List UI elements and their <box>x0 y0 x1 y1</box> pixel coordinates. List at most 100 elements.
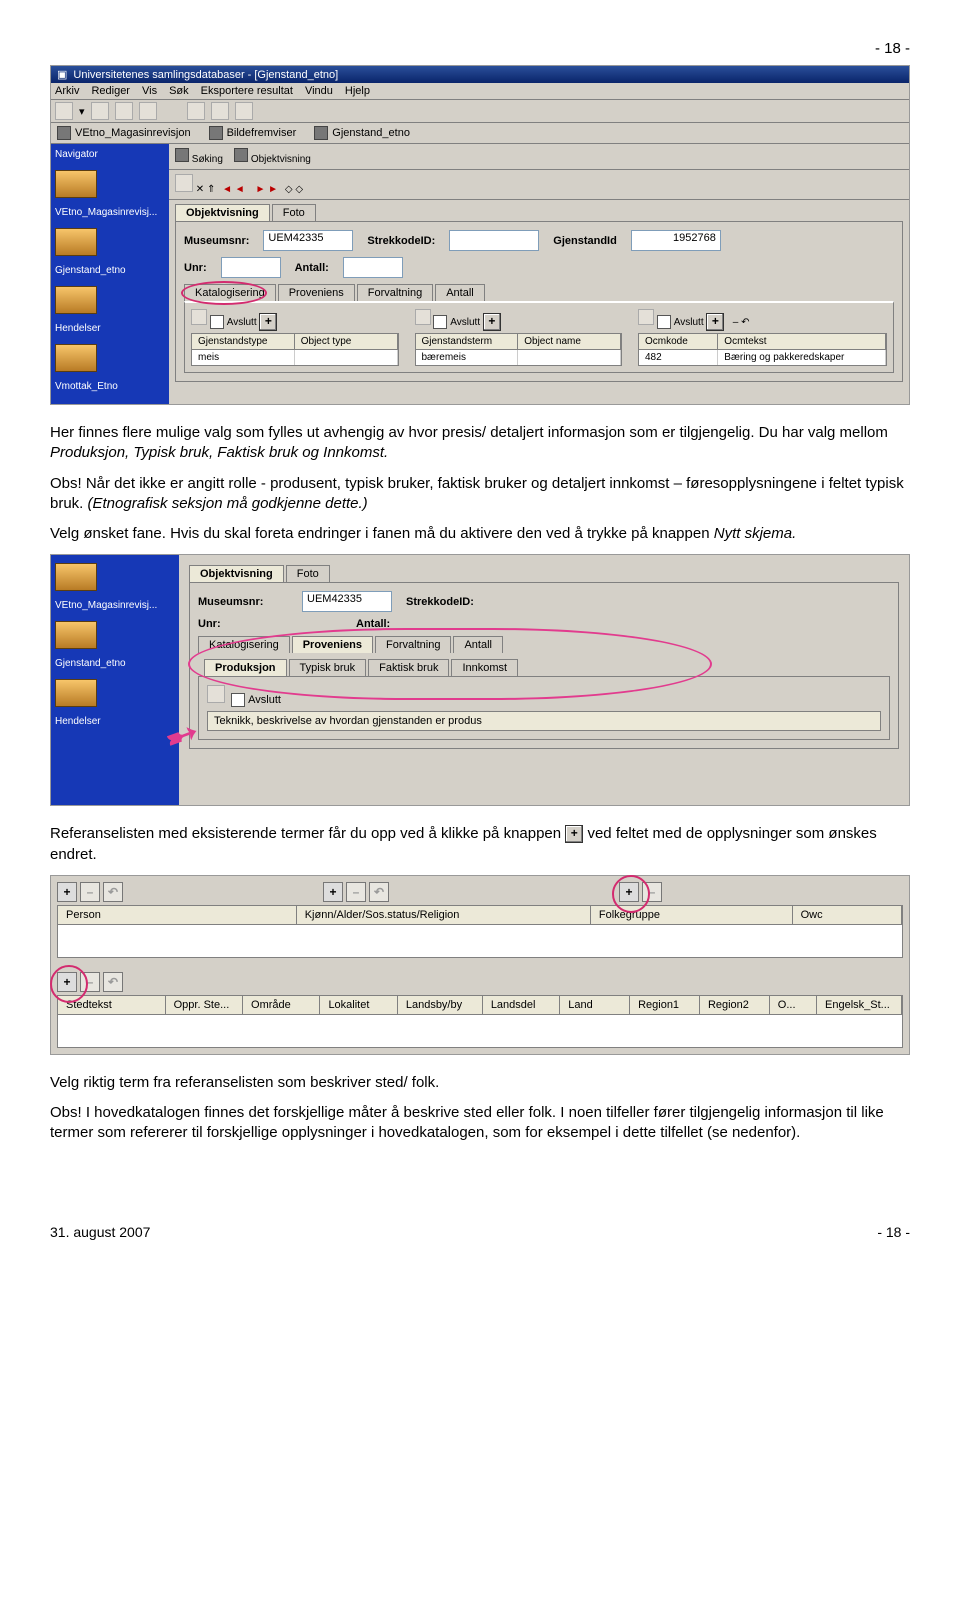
menu-item[interactable]: Eksportere resultat <box>201 85 293 97</box>
avslutt-checkbox[interactable] <box>210 315 224 329</box>
subsub-innkomst[interactable]: Innkomst <box>451 659 518 676</box>
antall-label: Antall: <box>295 262 329 274</box>
minus-button[interactable]: – <box>346 882 366 902</box>
menu-item[interactable]: Hjelp <box>345 85 370 97</box>
cell[interactable]: bæremeis <box>416 350 519 365</box>
diamond-icon[interactable]: ◇ <box>285 184 293 195</box>
sidebar-item-magasin[interactable]: VEtno_Magasinrevisj... <box>55 599 175 611</box>
avslutt-label: Avslutt <box>248 694 281 706</box>
drawer-icon[interactable] <box>55 621 97 649</box>
drawer-icon[interactable] <box>55 170 97 198</box>
plus-button[interactable]: + <box>706 313 724 331</box>
drawer-icon[interactable] <box>55 286 97 314</box>
sidebar-item-navigator[interactable]: Navigator <box>55 148 165 160</box>
plus-button[interactable]: + <box>619 882 639 902</box>
side-tab-icon <box>175 148 189 162</box>
grid-body[interactable] <box>57 925 903 958</box>
next-arrows-icon[interactable]: ► ► <box>255 184 278 195</box>
subtab-forvaltning[interactable]: Forvaltning <box>375 636 451 653</box>
subtab-katalogisering[interactable]: Katalogisering <box>198 636 290 653</box>
antall-input[interactable] <box>343 257 403 278</box>
subsub-produksjon[interactable]: Produksjon <box>204 659 287 676</box>
cell[interactable]: 482 <box>639 350 718 365</box>
menubar: Arkiv Rediger Vis Søk Eksportere resulta… <box>51 83 909 100</box>
new-form-icon[interactable] <box>207 685 225 703</box>
drawer-icon[interactable] <box>55 228 97 256</box>
plus-button[interactable]: + <box>323 882 343 902</box>
menu-item[interactable]: Vis <box>142 85 157 97</box>
toolbar-icon[interactable] <box>115 102 133 120</box>
tab-objektvisning[interactable]: Objektvisning <box>175 204 270 221</box>
new-icon[interactable] <box>638 309 654 325</box>
cell[interactable] <box>295 350 398 365</box>
menu-item[interactable]: Rediger <box>91 85 130 97</box>
gjenstandid-input[interactable]: 1952768 <box>631 230 721 251</box>
plus-button[interactable]: + <box>57 882 77 902</box>
sidebar-item-magasin[interactable]: VEtno_Magasinrevisj... <box>55 206 165 218</box>
toolbar-icon[interactable] <box>187 102 205 120</box>
cell[interactable] <box>518 350 621 365</box>
avslutt-checkbox[interactable] <box>433 315 447 329</box>
child-window[interactable]: Bildefremviser <box>227 127 297 139</box>
drawer-icon[interactable] <box>55 563 97 591</box>
avslutt-checkbox[interactable] <box>231 693 245 707</box>
subtab-proveniens[interactable]: Proveniens <box>292 636 373 653</box>
subsub-faktisk-bruk[interactable]: Faktisk bruk <box>368 659 449 676</box>
avslutt-checkbox[interactable] <box>657 315 671 329</box>
new-icon[interactable] <box>415 309 431 325</box>
subtab-forvaltning[interactable]: Forvaltning <box>357 284 433 301</box>
menu-item[interactable]: Vindu <box>305 85 333 97</box>
undo-button[interactable]: ↶ <box>369 882 389 902</box>
museumsnr-input[interactable]: UEM42335 <box>302 591 392 612</box>
toolbar-icon[interactable] <box>211 102 229 120</box>
footer-page: - 18 - <box>877 1224 910 1240</box>
unr-input[interactable] <box>221 257 281 278</box>
toolbar-icon[interactable] <box>55 102 73 120</box>
subtab-antall[interactable]: Antall <box>453 636 503 653</box>
new-icon[interactable] <box>191 309 207 325</box>
nav-icon[interactable] <box>175 174 193 192</box>
minus-button[interactable]: – <box>80 882 100 902</box>
cell[interactable]: Bæring og pakkeredskaper <box>718 350 886 365</box>
tab-foto[interactable]: Foto <box>286 565 330 582</box>
subtab-katalogisering[interactable]: Katalogisering <box>184 284 276 301</box>
toolbar-icon[interactable] <box>235 102 253 120</box>
museumsnr-input[interactable]: UEM42335 <box>263 230 353 251</box>
undo-button[interactable]: ↶ <box>103 882 123 902</box>
sidebar-item-hendelser[interactable]: Hendelser <box>55 715 175 727</box>
drawer-icon[interactable] <box>55 344 97 372</box>
subsub-typisk-bruk[interactable]: Typisk bruk <box>289 659 367 676</box>
cell[interactable]: meis <box>192 350 295 365</box>
plus-button[interactable]: + <box>483 313 501 331</box>
diamond-icon[interactable]: ◇ <box>295 184 303 195</box>
plus-button[interactable]: + <box>259 313 277 331</box>
sidebar-item-gjenstand[interactable]: Gjenstand_etno <box>55 264 165 276</box>
paragraph: Obs! Når det ikke er angitt rolle - prod… <box>50 474 910 515</box>
prev-arrows-icon[interactable]: ◄ ◄ <box>222 184 245 195</box>
col-landsby: Landsby/by <box>398 996 483 1014</box>
sidebar-item-hendelser[interactable]: Hendelser <box>55 322 165 334</box>
minus-icon[interactable]: – <box>733 317 739 328</box>
menu-item[interactable]: Arkiv <box>55 85 79 97</box>
tab-foto[interactable]: Foto <box>272 204 316 221</box>
subtab-antall[interactable]: Antall <box>435 284 485 301</box>
grid-body[interactable] <box>57 1015 903 1048</box>
side-tab[interactable]: Objektvisning <box>251 154 311 165</box>
plus-button[interactable]: + <box>57 972 77 992</box>
toolbar-icon[interactable] <box>91 102 109 120</box>
close-icon[interactable]: ✕ <box>196 184 204 195</box>
toolbar-icon[interactable] <box>139 102 157 120</box>
subtab-proveniens[interactable]: Proveniens <box>278 284 355 301</box>
sidebar-item-vmottak[interactable]: Vmottak_Etno <box>55 380 165 392</box>
sidebar-item-gjenstand[interactable]: Gjenstand_etno <box>55 657 175 669</box>
undo-button[interactable]: ↶ <box>103 972 123 992</box>
strekkode-input[interactable] <box>449 230 539 251</box>
drawer-icon[interactable] <box>55 679 97 707</box>
child-window[interactable]: Gjenstand_etno <box>332 127 410 139</box>
child-window[interactable]: VEtno_Magasinrevisjon <box>75 127 191 139</box>
up-arrow-icon[interactable]: ⇑ <box>207 184 215 195</box>
side-tab[interactable]: Søking <box>192 154 223 165</box>
menu-item[interactable]: Søk <box>169 85 189 97</box>
undo-icon[interactable]: ↶ <box>741 317 749 328</box>
tab-objektvisning[interactable]: Objektvisning <box>189 565 284 582</box>
